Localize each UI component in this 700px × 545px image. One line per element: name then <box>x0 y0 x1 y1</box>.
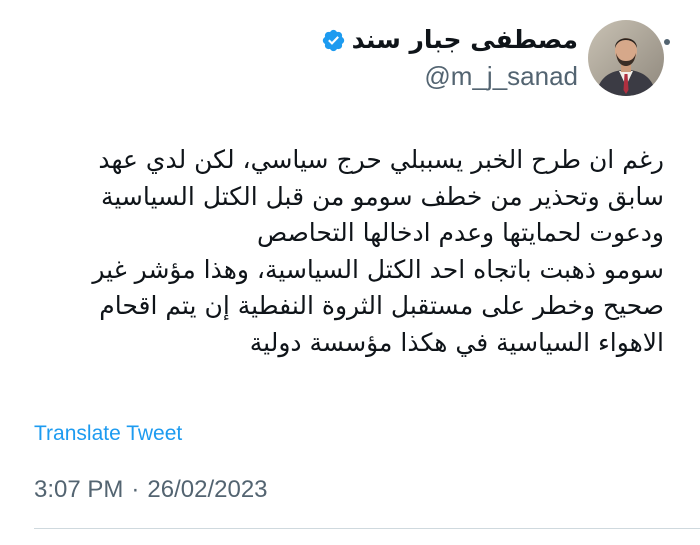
verified-badge-icon <box>322 29 344 51</box>
tweet-line: سومو ذهبت باتجاه احد الكتل السياسية، وهذ… <box>92 254 664 284</box>
avatar[interactable] <box>588 20 664 96</box>
author-text: مصطفى جبار سند @m_j_sanad <box>321 23 578 93</box>
tweet-line: رغم ان طرح الخبر يسببلي حرج سياسي، لكن ل… <box>98 145 664 174</box>
display-name[interactable]: مصطفى جبار سند <box>352 23 578 57</box>
tweet-time[interactable]: 3:07 PM <box>34 476 123 504</box>
tweet-line: سابق وتحذير من خطف سومو من قبل الكتل الس… <box>100 181 664 211</box>
tweet-line: ودعوت لحمايتها وعدم ادخالها التحاصص <box>256 218 664 247</box>
tweet-line: الاهواء السياسية في هكذا مؤسسة دولية <box>249 327 664 357</box>
tweet-date[interactable]: 26/02/2023 <box>147 476 267 504</box>
user-handle[interactable]: @m_j_sanad <box>424 59 578 93</box>
tweet-timestamp: 3:07 PM · 26/02/2023 <box>34 476 268 504</box>
translate-tweet-link[interactable]: Translate Tweet <box>34 422 182 446</box>
more-dot <box>664 39 670 45</box>
tweet-line: صحيح وخطر على مستقبل الثروة النفطية إن ي… <box>99 291 664 320</box>
author-header: مصطفى جبار سند @m_j_sanad <box>321 20 664 96</box>
divider <box>34 528 700 529</box>
name-row: مصطفى جبار سند <box>321 23 578 57</box>
timestamp-separator: · <box>131 476 140 503</box>
avatar-photo-icon <box>588 20 664 96</box>
tweet-card: مصطفى جبار سند @m_j_sanad رغم ان طرح الخ… <box>0 0 700 545</box>
tweet-text: رغم ان طرح الخبر يسببلي حرج سياسي، لكن ل… <box>24 142 664 361</box>
